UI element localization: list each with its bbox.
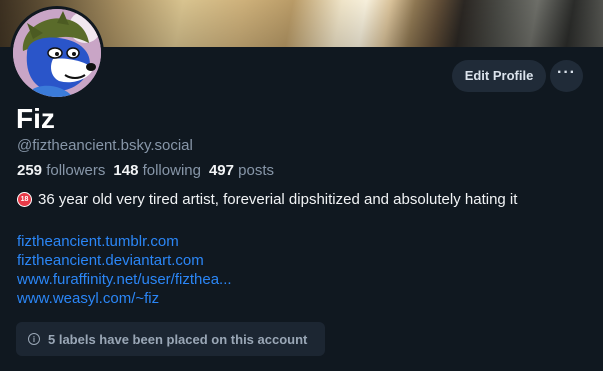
info-icon: i — [28, 333, 40, 345]
bio-text: 36 year old very tired artist, foreveria… — [38, 191, 518, 208]
ellipsis-icon: ··· — [557, 64, 576, 81]
more-options-button[interactable]: ··· — [550, 60, 583, 92]
profile-bio: 18 36 year old very tired artist, foreve… — [17, 191, 517, 208]
profile-links: fiztheancient.tumblr.com fiztheancient.d… — [17, 232, 232, 308]
link-tumblr[interactable]: fiztheancient.tumblr.com — [17, 232, 232, 251]
labels-notice-button[interactable]: i 5 labels have been placed on this acco… — [16, 322, 325, 356]
display-name: Fiz — [16, 103, 55, 134]
posts-count: 497 — [208, 162, 234, 179]
link-deviantart[interactable]: fiztheancient.deviantart.com — [17, 251, 232, 270]
link-weasyl[interactable]: www.weasyl.com/~fiz — [17, 289, 232, 308]
link-furaffinity[interactable]: www.furaffinity.net/user/fizthea... — [17, 270, 232, 289]
profile-handle: @fiztheancient.bsky.social — [17, 137, 193, 154]
age-18-icon: 18 — [17, 192, 32, 207]
followers-stat[interactable]: 259 followers — [17, 162, 105, 179]
labels-notice-text: 5 labels have been placed on this accoun… — [48, 331, 308, 347]
following-stat[interactable]: 148 following — [113, 162, 201, 179]
followers-count: 259 — [17, 162, 43, 179]
avatar-drawing — [13, 9, 101, 97]
profile-page: Edit Profile ··· Fiz @fiztheancient.bsky… — [0, 0, 603, 371]
following-count: 148 — [113, 162, 139, 179]
following-label: following — [142, 162, 201, 179]
posts-label: posts — [238, 162, 275, 179]
followers-label: followers — [46, 162, 106, 179]
edit-profile-button[interactable]: Edit Profile — [452, 60, 546, 92]
avatar[interactable] — [10, 6, 104, 100]
profile-stats: 259 followers 148 following 497 posts — [17, 162, 282, 179]
posts-stat: 497 posts — [209, 162, 274, 179]
